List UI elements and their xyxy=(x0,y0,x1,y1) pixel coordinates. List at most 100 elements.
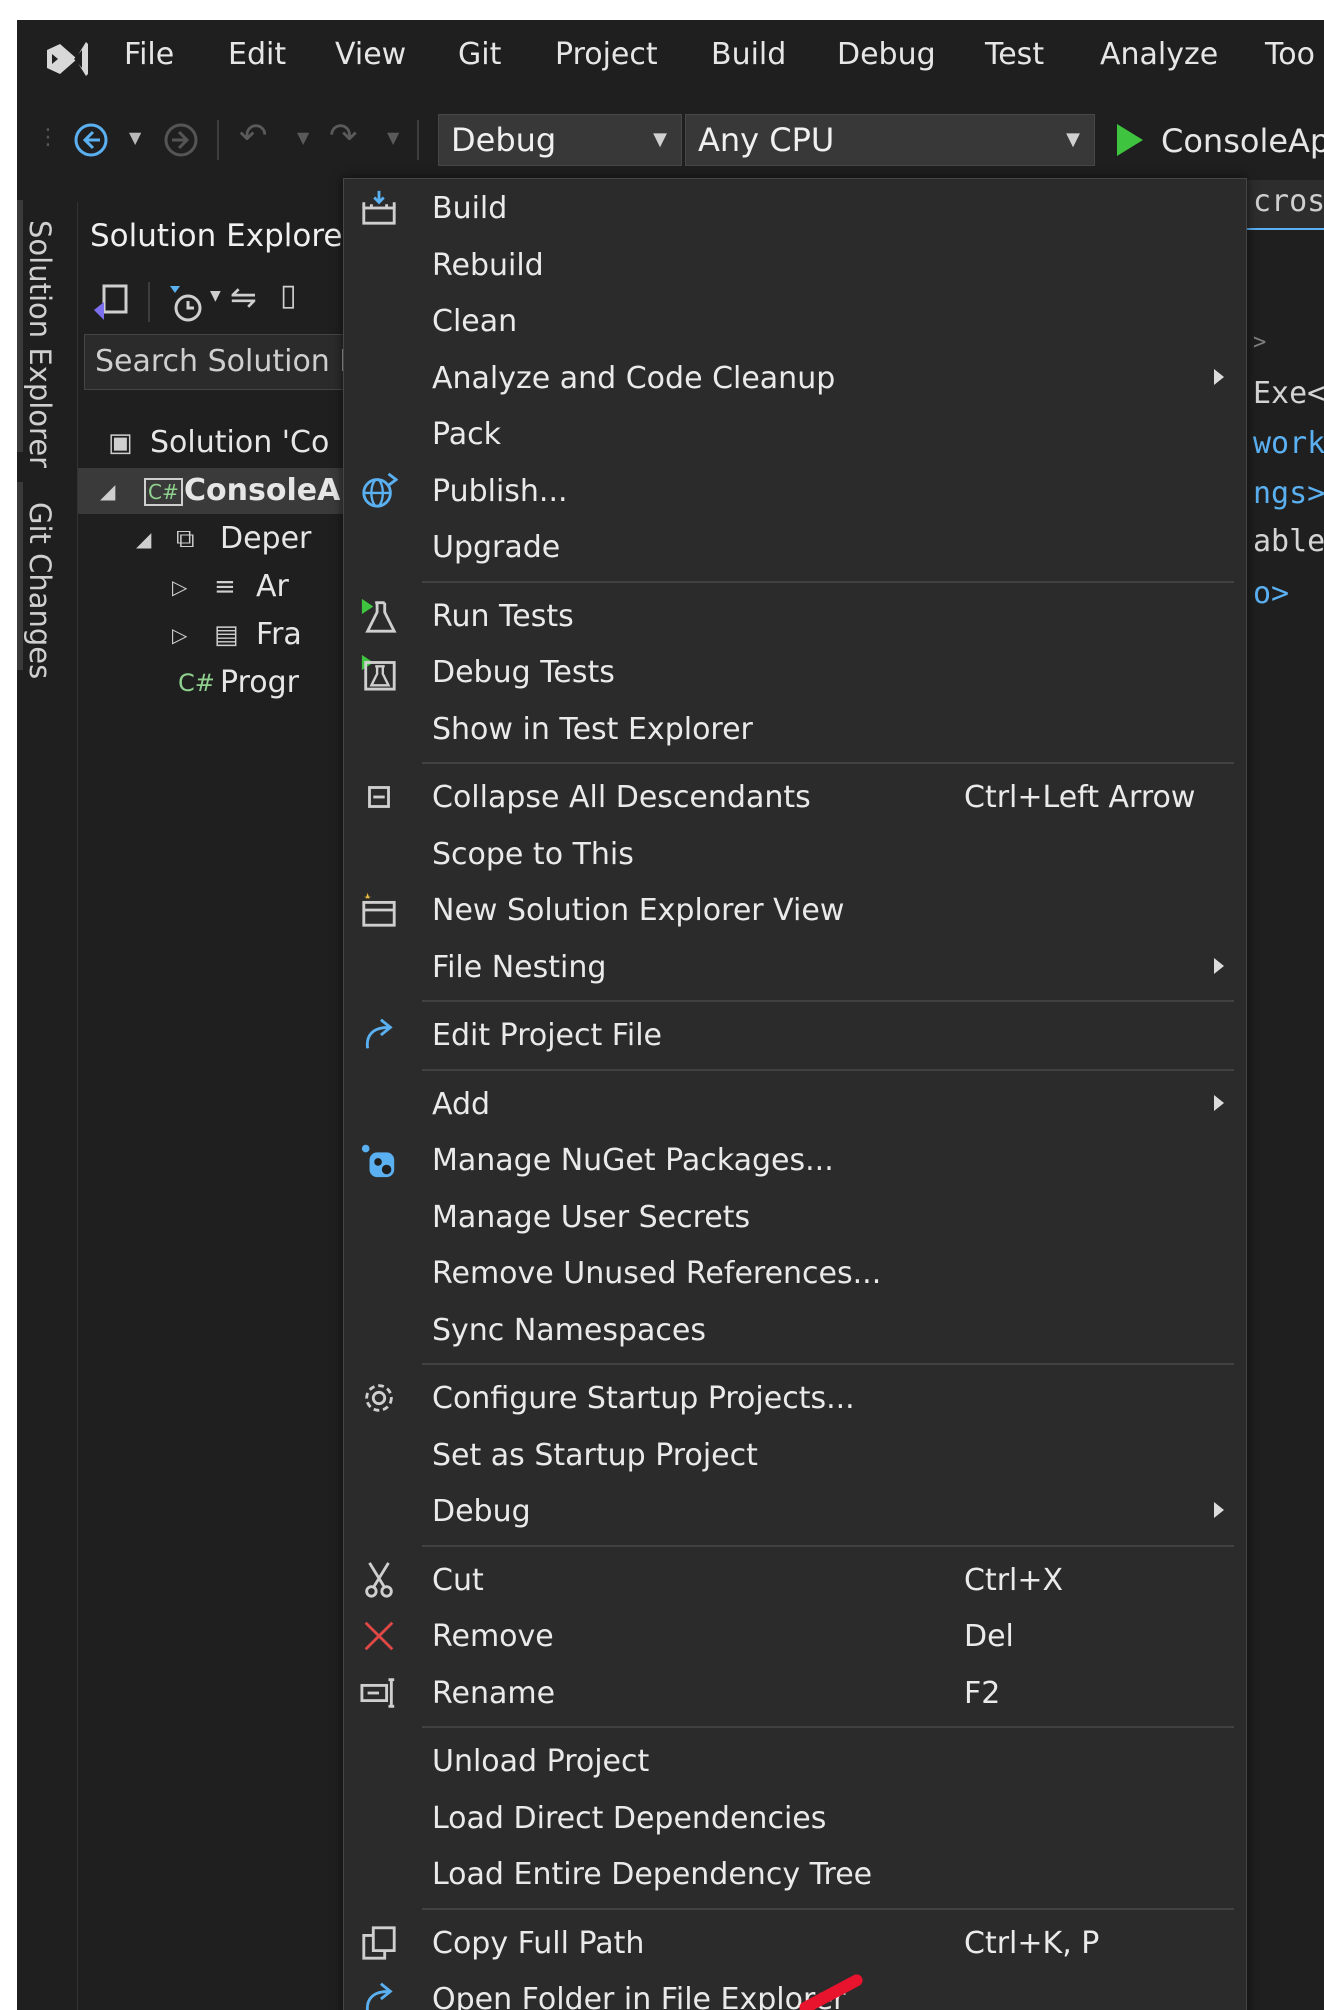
edit-arrow-icon xyxy=(358,1016,400,1056)
menu-item-scope-to-this[interactable]: Scope to This xyxy=(344,827,1246,883)
solution-search-input[interactable]: Search Solution E xyxy=(84,334,374,390)
framework-icon: ▤ xyxy=(214,620,239,650)
code-editor-fragment: cros > Exe< work ngs> able o> xyxy=(1247,180,1324,2010)
collapse-icon xyxy=(358,778,400,818)
menu-item-manage-user-secrets[interactable]: Manage User Secrets xyxy=(344,1190,1246,1246)
start-debugging-button[interactable]: ConsoleAp xyxy=(1117,116,1324,166)
menu-item-shortcut: F2 xyxy=(964,1675,1001,1711)
navigate-back-icon[interactable] xyxy=(73,122,109,158)
undo-icon[interactable]: ↶ xyxy=(239,116,268,156)
solution-configuration-select[interactable]: Debug ▼ xyxy=(438,114,682,166)
sync-with-document-icon[interactable]: ⇋ xyxy=(230,278,257,316)
menu-item-label: Manage NuGet Packages... xyxy=(432,1143,834,1178)
tree-item-solution[interactable]: ▣ Solution 'Co xyxy=(78,420,358,466)
menu-item-shortcut: Del xyxy=(964,1619,1014,1654)
collapse-all-icon[interactable]: ▯ xyxy=(280,278,297,313)
globe-icon xyxy=(358,472,400,512)
menu-item-remove[interactable]: Remove Del xyxy=(344,1609,1246,1665)
menu-item-load-direct-dependencies[interactable]: Load Direct Dependencies xyxy=(344,1791,1246,1847)
menu-item-remove-unused-references[interactable]: Remove Unused References... xyxy=(344,1246,1246,1302)
menu-item-analyze-and-code-cleanup[interactable]: Analyze and Code Cleanup xyxy=(344,351,1246,407)
menu-item-debug[interactable]: Debug xyxy=(344,1484,1246,1540)
menu-item-load-entire-dependency-tree[interactable]: Load Entire Dependency Tree xyxy=(344,1847,1246,1903)
menu-item-add[interactable]: Add xyxy=(344,1077,1246,1133)
csharp-project-icon: C# xyxy=(144,478,183,506)
menu-item-label: Run Tests xyxy=(432,598,574,634)
menu-item-new-solution-explorer-view[interactable]: New Solution Explorer View xyxy=(344,883,1246,939)
gear-icon xyxy=(358,1379,400,1419)
menu-item-rename[interactable]: Rename F2 xyxy=(344,1666,1246,1722)
menu-view[interactable]: View xyxy=(335,36,406,74)
menu-item-pack[interactable]: Pack xyxy=(344,407,1246,463)
menu-item-edit-project-file[interactable]: Edit Project File xyxy=(344,1008,1246,1064)
menu-analyze[interactable]: Analyze xyxy=(1100,36,1218,74)
menu-separator xyxy=(422,762,1234,764)
solution-platform-value: Any CPU xyxy=(698,121,835,159)
submenu-arrow-icon xyxy=(1214,368,1224,385)
menu-edit[interactable]: Edit xyxy=(228,36,286,74)
menu-tools[interactable]: Too xyxy=(1265,36,1315,74)
menu-item-label: Configure Startup Projects... xyxy=(432,1381,855,1416)
menu-item-run-tests[interactable]: Run Tests xyxy=(344,589,1246,645)
editor-tab-label: cros xyxy=(1253,184,1324,219)
back-dropdown-icon[interactable]: ▼ xyxy=(129,118,141,158)
solution-platform-select[interactable]: Any CPU ▼ xyxy=(685,114,1095,166)
menu-item-label: Edit Project File xyxy=(432,1018,663,1053)
menu-item-upgrade[interactable]: Upgrade xyxy=(344,520,1246,576)
visual-studio-logo-icon[interactable] xyxy=(42,34,92,84)
menu-item-label: Cut xyxy=(432,1562,484,1598)
menu-item-copy-full-path[interactable]: Copy Full Path Ctrl+K, P xyxy=(344,1916,1246,1972)
menu-separator xyxy=(422,1000,1234,1002)
menu-item-shortcut: Ctrl+Left Arrow xyxy=(964,780,1196,815)
menu-item-show-in-test-explorer[interactable]: Show in Test Explorer xyxy=(344,702,1246,758)
menu-item-sync-namespaces[interactable]: Sync Namespaces xyxy=(344,1303,1246,1359)
solution-icon: ▣ xyxy=(108,428,133,458)
menu-item-manage-nuget-packages[interactable]: Manage NuGet Packages... xyxy=(344,1133,1246,1189)
switch-views-icon[interactable] xyxy=(90,282,132,324)
menu-item-set-as-startup-project[interactable]: Set as Startup Project xyxy=(344,1428,1246,1484)
tree-item-analyzers[interactable]: ▷ ≡ Ar xyxy=(78,564,358,610)
menu-project[interactable]: Project xyxy=(555,36,658,74)
tree-item-label: Deper xyxy=(220,521,312,556)
menu-test[interactable]: Test xyxy=(985,36,1044,74)
redo-icon[interactable]: ↷ xyxy=(329,116,358,156)
toolbar-grip-icon[interactable]: ⋮ xyxy=(37,118,59,158)
menu-item-label: Remove xyxy=(432,1619,554,1654)
menu-separator xyxy=(422,1068,1234,1071)
filter-dropdown-icon[interactable]: ▼ xyxy=(210,288,221,304)
menu-item-rebuild[interactable]: Rebuild xyxy=(344,238,1246,294)
menu-git[interactable]: Git xyxy=(458,36,501,74)
menu-item-file-nesting[interactable]: File Nesting xyxy=(344,940,1246,996)
menu-item-cut[interactable]: Cut Ctrl+X xyxy=(344,1553,1246,1609)
menu-item-unload-project[interactable]: Unload Project xyxy=(344,1734,1246,1790)
menu-item-open-folder-in-file-explorer[interactable]: Open Folder in File Explorer xyxy=(344,1972,1246,2010)
menu-item-collapse-all-descendants[interactable]: Collapse All Descendants Ctrl+Left Arrow xyxy=(344,770,1246,826)
menu-item-label: Show in Test Explorer xyxy=(432,711,753,747)
pending-changes-filter-icon[interactable] xyxy=(166,282,206,324)
tab-solution-explorer[interactable]: Solution Explorer xyxy=(17,220,57,468)
debug-tests-icon xyxy=(358,653,400,693)
menu-build[interactable]: Build xyxy=(711,36,786,74)
menu-item-label: Collapse All Descendants xyxy=(432,780,811,815)
editor-tab[interactable]: cros xyxy=(1247,180,1324,230)
menu-item-clean[interactable]: Clean xyxy=(344,294,1246,350)
menu-item-publish[interactable]: Publish... xyxy=(344,464,1246,520)
tree-item-project[interactable]: ◢ C# ConsoleA xyxy=(78,468,358,514)
redo-dropdown-icon[interactable]: ▼ xyxy=(387,118,399,158)
tab-git-changes-label: Git Changes xyxy=(23,502,57,680)
undo-dropdown-icon[interactable]: ▼ xyxy=(297,118,309,158)
code-text: able xyxy=(1253,524,1324,559)
navigate-forward-icon[interactable] xyxy=(163,122,199,158)
menu-item-label: Rebuild xyxy=(432,247,544,283)
menu-bar: File Edit View Git Project Build Debug T… xyxy=(17,20,1324,98)
menu-file[interactable]: File xyxy=(124,36,174,74)
tree-item-program-file[interactable]: C# Progr xyxy=(78,660,358,706)
tab-git-changes[interactable]: Git Changes xyxy=(17,502,57,692)
menu-item-debug-tests[interactable]: Debug Tests xyxy=(344,645,1246,701)
collapsed-triangle-icon: ▷ xyxy=(172,623,188,647)
menu-item-configure-startup-projects[interactable]: Configure Startup Projects... xyxy=(344,1371,1246,1427)
tree-item-frameworks[interactable]: ▷ ▤ Fra xyxy=(78,612,358,658)
tree-item-dependencies[interactable]: ◢ ⧉ Deper xyxy=(78,516,358,562)
menu-item-build[interactable]: Build xyxy=(344,181,1246,237)
menu-debug[interactable]: Debug xyxy=(837,36,936,74)
